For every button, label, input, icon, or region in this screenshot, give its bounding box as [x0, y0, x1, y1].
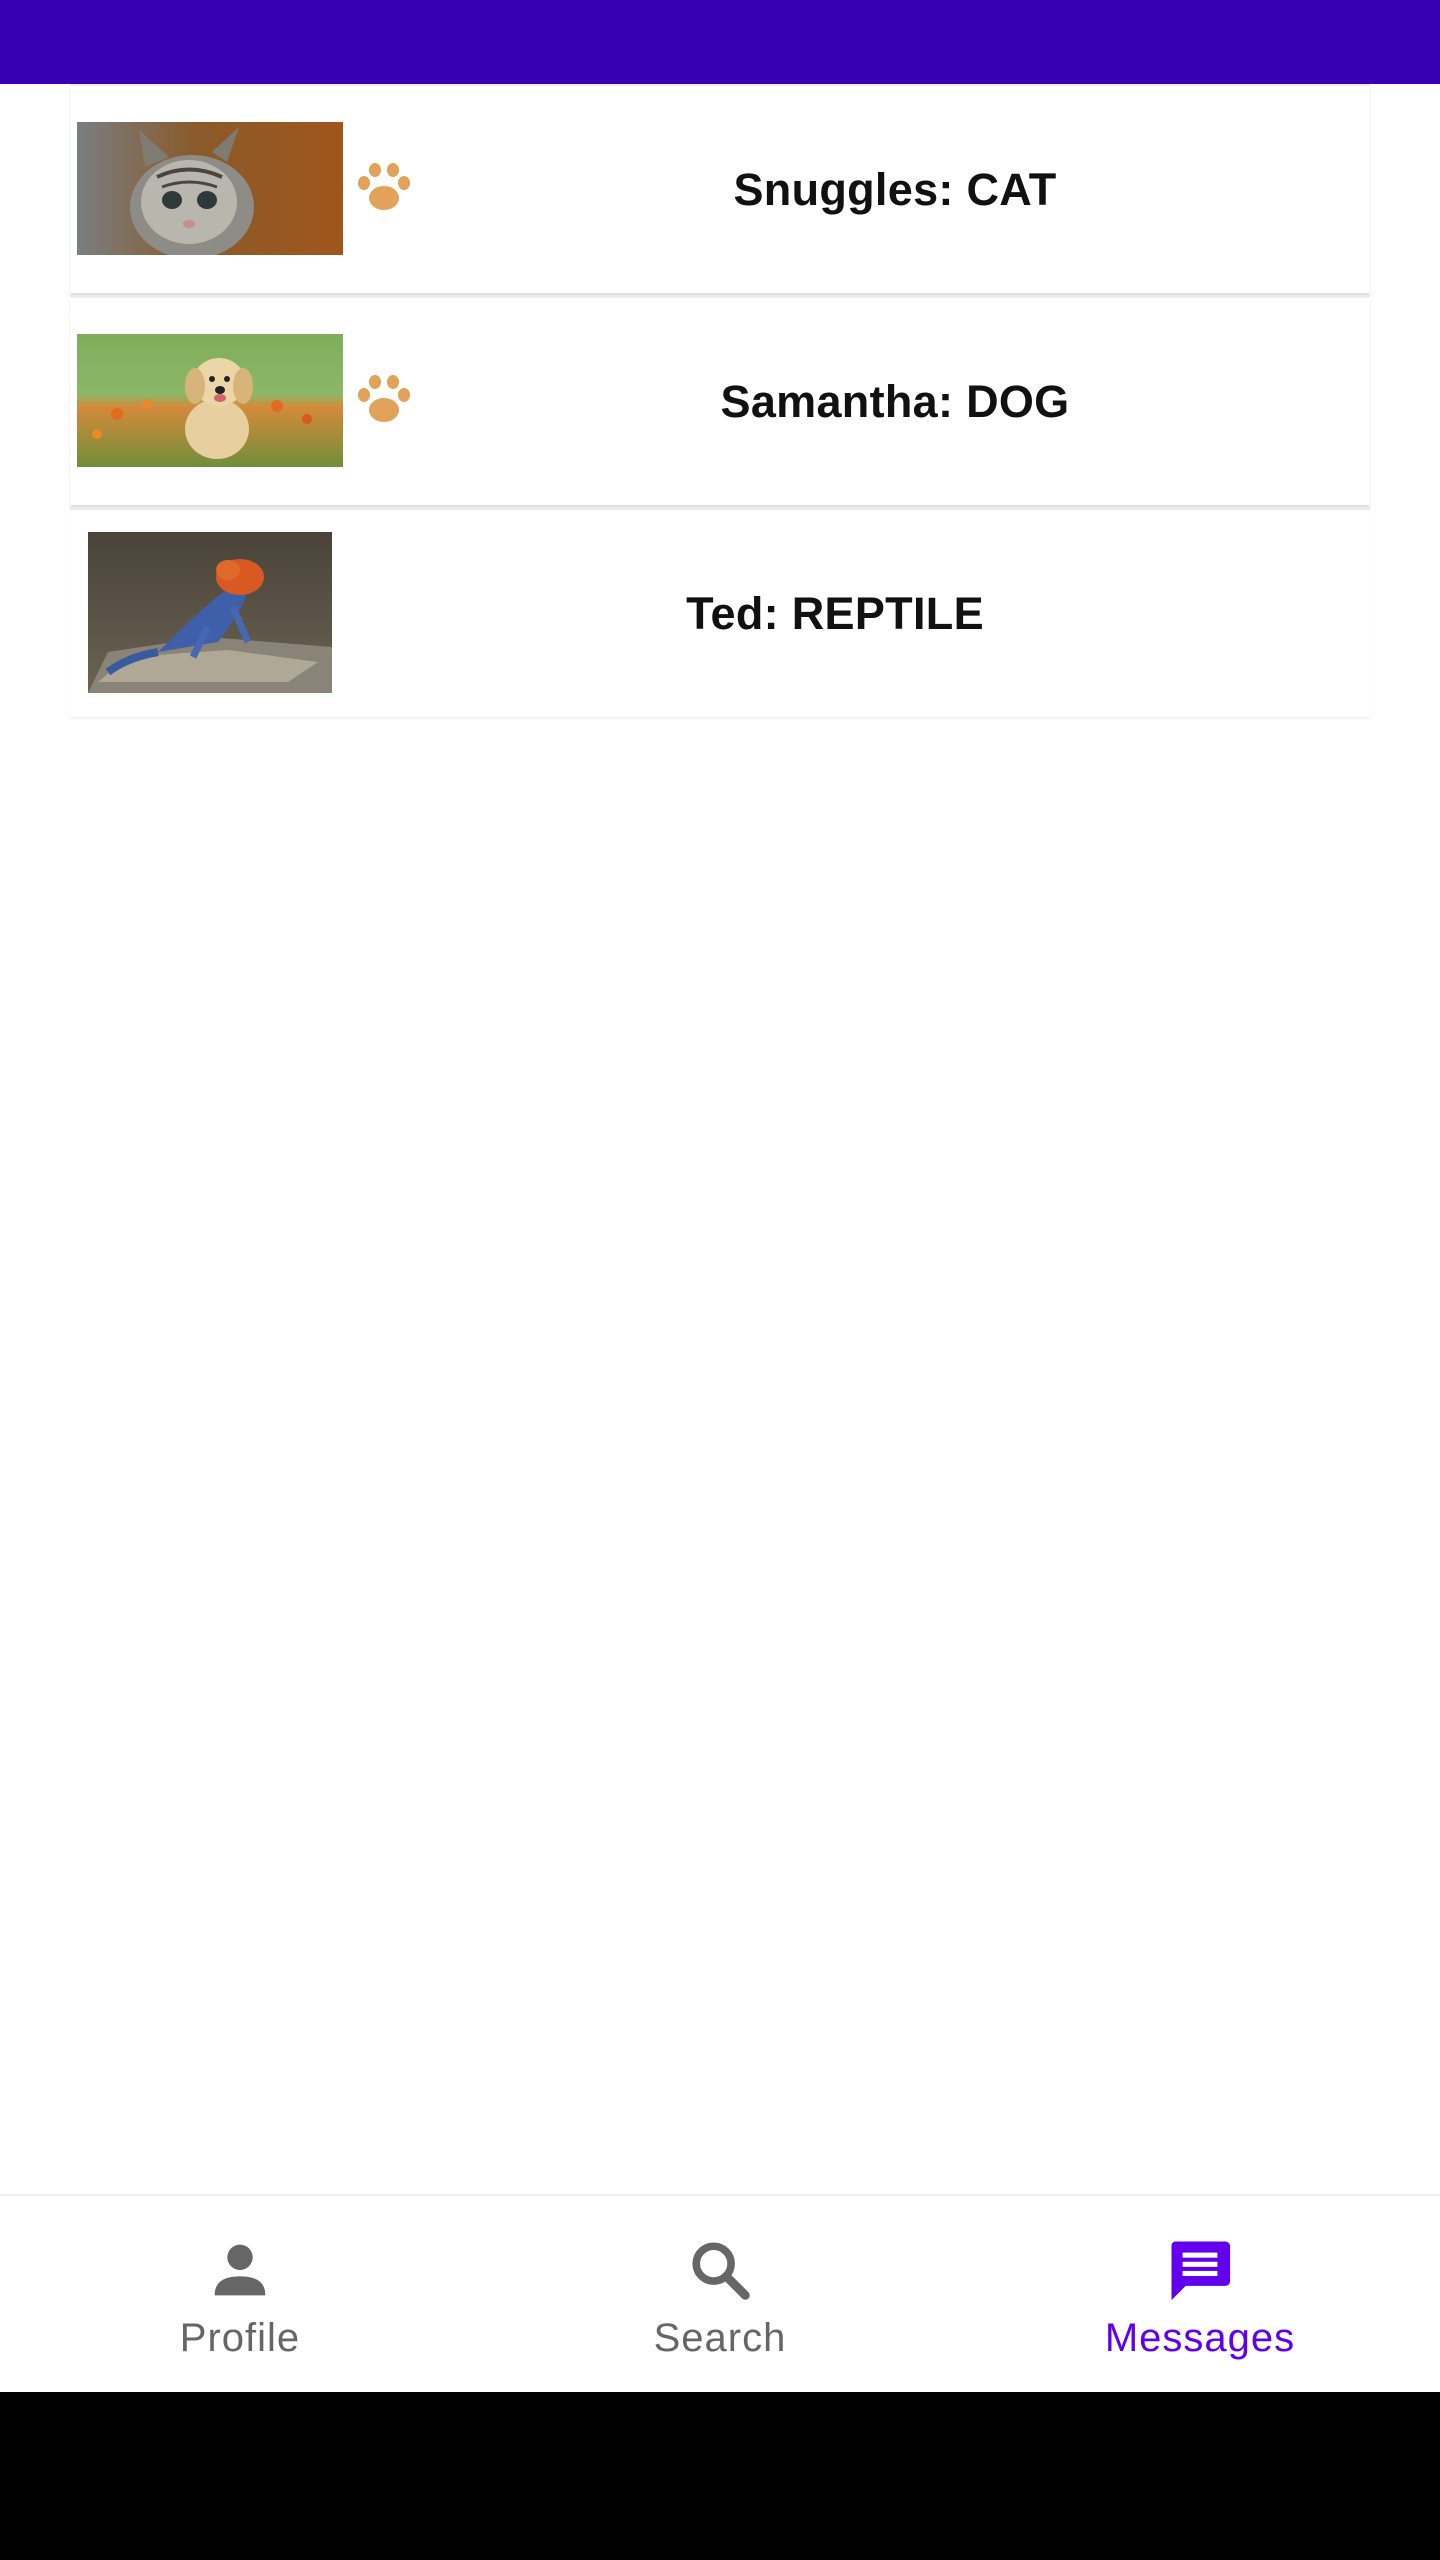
system-navigation-bar [0, 2392, 1440, 2560]
nav-messages[interactable]: Messages [960, 2196, 1440, 2394]
lizard-photo [88, 532, 332, 693]
message-icon [1171, 2241, 1231, 2301]
cat-photo [77, 122, 343, 255]
nav-profile-label: Profile [179, 2316, 301, 2360]
pet-card-samantha[interactable]: Samantha: DOG [70, 296, 1370, 505]
nav-search-label: Search [653, 2316, 787, 2360]
pet-card-ted[interactable]: Ted: REPTILE [70, 508, 1370, 717]
pet-name-label: Snuggles: CAT [733, 163, 1057, 215]
status-bar [0, 0, 1440, 84]
dog-photo [77, 334, 343, 467]
search-icon [692, 2242, 750, 2300]
paw-icon [358, 163, 410, 210]
bottom-navigation: Profile Search Messages [0, 2194, 1440, 2394]
pet-name-label: Samantha: DOG [720, 375, 1070, 427]
person-icon [214, 2244, 266, 2296]
pet-list: Snuggles: CAT Samantha: DOG Ted: REPTILE [70, 84, 1370, 720]
nav-profile[interactable]: Profile [0, 2196, 480, 2394]
nav-messages-label: Messages [1104, 2316, 1296, 2360]
paw-icon [358, 375, 410, 422]
nav-search[interactable]: Search [480, 2196, 960, 2394]
pet-name-label: Ted: REPTILE [686, 587, 984, 639]
pet-card-snuggles[interactable]: Snuggles: CAT [70, 84, 1370, 293]
